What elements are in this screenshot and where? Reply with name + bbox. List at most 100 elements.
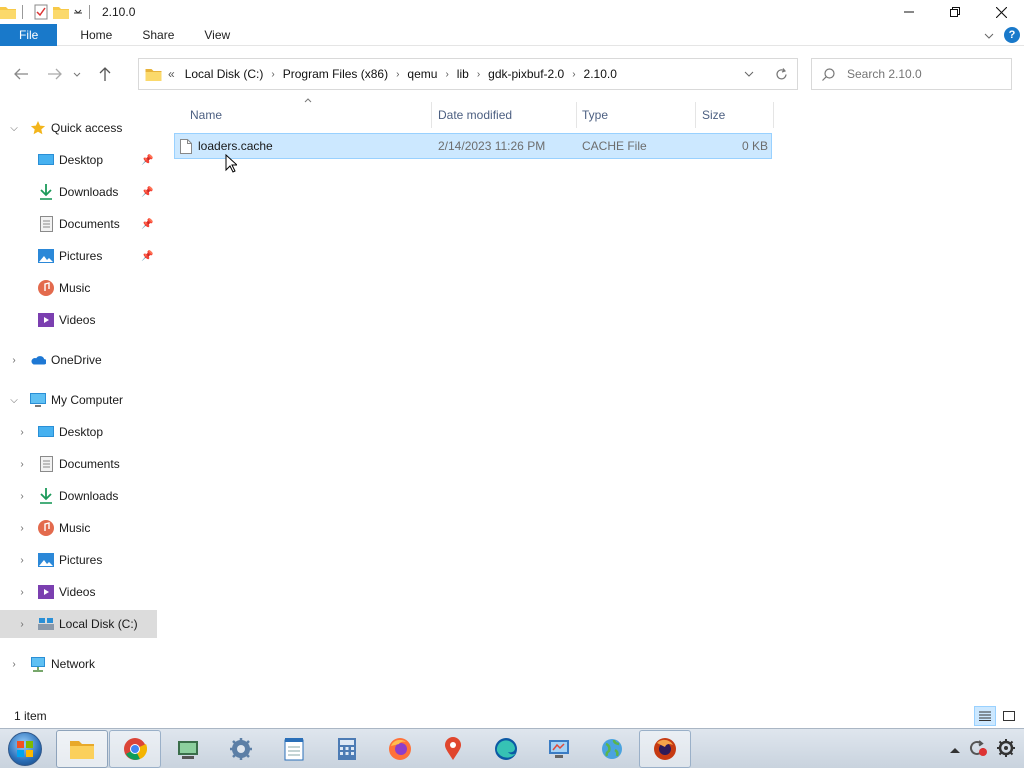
- column-header-type[interactable]: Type: [582, 98, 695, 132]
- taskbar-firefox[interactable]: [374, 730, 426, 768]
- chevron-right-icon[interactable]: ›: [268, 69, 277, 80]
- pin-icon[interactable]: 📌: [141, 155, 153, 166]
- chevron-right-icon[interactable]: ›: [393, 69, 402, 80]
- sync-icon[interactable]: [968, 739, 988, 760]
- chevron-right-icon[interactable]: ›: [16, 587, 28, 598]
- help-icon[interactable]: ?: [1004, 27, 1020, 43]
- chevron-right-icon[interactable]: ›: [474, 69, 483, 80]
- gear-icon[interactable]: [996, 738, 1016, 761]
- taskbar-edge[interactable]: [480, 730, 532, 768]
- taskbar-calculator[interactable]: [321, 730, 373, 768]
- taskbar-device-manager[interactable]: [162, 730, 214, 768]
- pin-icon[interactable]: 📌: [141, 187, 153, 198]
- chevron-right-icon[interactable]: ›: [16, 523, 28, 534]
- windows-logo-icon: [8, 731, 42, 766]
- taskbar-notepad[interactable]: [268, 730, 320, 768]
- chevron-right-icon[interactable]: ›: [16, 619, 28, 630]
- sidebar-item-local-disk[interactable]: › Local Disk (C:): [0, 610, 157, 638]
- sidebar-item-music[interactable]: Music: [0, 274, 157, 302]
- tab-share[interactable]: Share: [126, 24, 188, 46]
- tab-view[interactable]: View: [188, 24, 244, 46]
- breadcrumb-current[interactable]: 2.10.0: [579, 67, 622, 81]
- chevron-right-icon[interactable]: ›: [16, 555, 28, 566]
- chevron-down-icon[interactable]: ⌵: [8, 123, 20, 134]
- chevron-right-icon[interactable]: ›: [8, 659, 20, 670]
- folder-icon: [145, 67, 162, 81]
- restore-button[interactable]: [932, 0, 978, 24]
- taskbar-chrome[interactable]: [109, 729, 161, 768]
- search-input[interactable]: [847, 67, 997, 81]
- tab-home[interactable]: Home: [57, 24, 126, 46]
- refresh-button[interactable]: [765, 59, 797, 89]
- properties-icon[interactable]: [33, 4, 49, 20]
- forward-button[interactable]: [41, 60, 69, 88]
- chevron-down-icon[interactable]: ⌵: [8, 395, 20, 406]
- taskbar-settings[interactable]: [215, 730, 267, 768]
- pin-icon[interactable]: 📌: [141, 251, 153, 262]
- sidebar-item-pc-documents[interactable]: › Documents: [0, 450, 157, 478]
- sidebar-label: Music: [59, 521, 91, 535]
- tab-file[interactable]: File: [0, 23, 58, 46]
- chevron-right-icon[interactable]: ›: [16, 427, 28, 438]
- taskbar-network-globe[interactable]: [586, 730, 638, 768]
- sidebar-label: Documents: [59, 457, 120, 471]
- expand-ribbon-icon[interactable]: [984, 28, 994, 42]
- customize-toolbar-icon[interactable]: [73, 4, 83, 20]
- up-button[interactable]: [91, 60, 119, 88]
- breadcrumb-gdk-pixbuf[interactable]: gdk-pixbuf-2.0: [483, 67, 569, 81]
- sidebar-item-pc-downloads[interactable]: › Downloads: [0, 482, 157, 510]
- taskbar-file-explorer[interactable]: [56, 729, 108, 768]
- ribbon-tabs: File Home Share View ?: [0, 23, 1024, 46]
- close-button[interactable]: [978, 0, 1024, 24]
- mouse-cursor-icon: [225, 153, 239, 176]
- show-hidden-icons-icon[interactable]: [950, 742, 960, 756]
- sidebar-label: Music: [59, 281, 91, 295]
- sidebar-item-onedrive[interactable]: › OneDrive: [0, 346, 157, 374]
- sidebar-item-desktop[interactable]: Desktop 📌: [0, 146, 157, 174]
- pin-icon[interactable]: 📌: [141, 219, 153, 230]
- chevron-right-icon[interactable]: ›: [16, 459, 28, 470]
- chevron-right-icon[interactable]: ›: [16, 491, 28, 502]
- column-header-date[interactable]: Date modified: [438, 98, 576, 132]
- column-header-name[interactable]: Name: [190, 98, 430, 132]
- sidebar-item-videos[interactable]: Videos: [0, 306, 157, 334]
- details-view-button[interactable]: [974, 706, 996, 726]
- sidebar-item-pc-videos[interactable]: › Videos: [0, 578, 157, 606]
- sidebar-item-pictures[interactable]: Pictures 📌: [0, 242, 157, 270]
- breadcrumb-local-disk[interactable]: Local Disk (C:): [180, 67, 269, 81]
- chevron-right-icon[interactable]: ›: [8, 355, 20, 366]
- new-folder-icon[interactable]: [53, 4, 69, 20]
- sidebar-item-pc-desktop[interactable]: › Desktop: [0, 418, 157, 446]
- back-button[interactable]: [7, 60, 35, 88]
- sidebar-item-network[interactable]: › Network: [0, 650, 157, 678]
- drive-icon: [38, 616, 54, 632]
- taskbar-app-active[interactable]: [639, 729, 691, 768]
- sidebar-item-downloads[interactable]: Downloads 📌: [0, 178, 157, 206]
- recent-locations-button[interactable]: [69, 60, 85, 88]
- search-box[interactable]: [811, 58, 1012, 90]
- large-icons-view-button[interactable]: [998, 706, 1020, 726]
- chevron-right-icon[interactable]: ›: [569, 69, 578, 80]
- breadcrumb-program-files[interactable]: Program Files (x86): [278, 67, 393, 81]
- breadcrumb-overflow[interactable]: «: [162, 67, 180, 81]
- taskbar-control-panel[interactable]: [533, 730, 585, 768]
- address-bar[interactable]: « Local Disk (C:) › Program Files (x86) …: [138, 58, 798, 90]
- sidebar-item-quick-access[interactable]: ⌵ Quick access: [0, 114, 157, 142]
- file-list: Name Date modified Type Size loaders.cac…: [157, 96, 1024, 702]
- taskbar-maps[interactable]: [427, 730, 479, 768]
- sidebar-label: Pictures: [59, 249, 103, 263]
- column-header-size[interactable]: Size: [702, 98, 772, 132]
- sidebar-item-pc-music[interactable]: › Music: [0, 514, 157, 542]
- sidebar-item-documents[interactable]: Documents 📌: [0, 210, 157, 238]
- chevron-right-icon[interactable]: ›: [442, 69, 451, 80]
- sidebar-item-pc-pictures[interactable]: › Pictures: [0, 546, 157, 574]
- file-row[interactable]: loaders.cache 2/14/2023 11:26 PM CACHE F…: [174, 133, 772, 159]
- breadcrumb-qemu[interactable]: qemu: [402, 67, 442, 81]
- sidebar-item-my-computer[interactable]: ⌵ My Computer: [0, 386, 157, 414]
- sidebar-label: My Computer: [51, 393, 124, 407]
- address-history-button[interactable]: [733, 59, 765, 89]
- breadcrumb-lib[interactable]: lib: [452, 67, 474, 81]
- minimize-button[interactable]: [886, 0, 932, 24]
- file-icon: [180, 134, 192, 158]
- start-button[interactable]: [0, 729, 50, 768]
